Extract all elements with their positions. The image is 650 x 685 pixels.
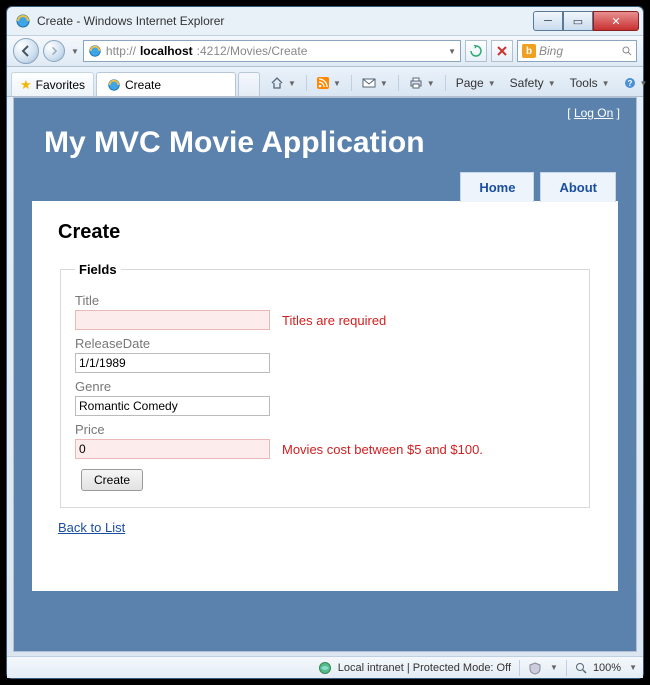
bing-icon: b [522,44,536,58]
protected-mode-icon[interactable] [528,661,542,675]
releasedate-input[interactable] [75,353,270,373]
status-bar: Local intranet | Protected Mode: Off ▼ 1… [7,656,643,678]
address-bar[interactable]: http:// localhost :4212/Movies/Create ▼ [83,40,461,62]
page-body: Create Fields Title Titles are required … [32,201,618,591]
app-title: My MVC Movie Application [14,98,636,172]
title-input[interactable] [75,310,270,330]
tab-favicon [107,78,121,92]
window-title: Create - Windows Internet Explorer [37,14,533,28]
logon-area: [ Log On ] [567,106,620,120]
favorites-button[interactable]: ★ Favorites [11,72,94,96]
stop-button[interactable] [491,40,513,62]
url-host: localhost [140,44,193,58]
favorites-label: Favorites [36,78,85,92]
search-box[interactable]: b Bing [517,40,637,62]
safety-menu[interactable]: Safety▼ [504,72,562,94]
tab-title: Create [125,78,161,92]
nav-home[interactable]: Home [460,172,534,202]
window-buttons: ─ ▭ ✕ [533,11,639,31]
new-tab-button[interactable] [238,72,260,96]
mail-button[interactable]: ▼ [356,72,394,94]
page-favicon [88,44,102,58]
back-button[interactable] [13,38,39,64]
tools-menu[interactable]: Tools▼ [564,72,616,94]
page-heading: Create [58,221,592,244]
create-button[interactable]: Create [81,469,143,491]
feeds-button[interactable]: ▼ [311,72,347,94]
search-placeholder: Bing [539,44,563,58]
protected-mode-dropdown[interactable]: ▼ [550,663,558,672]
home-button[interactable]: ▼ [264,72,302,94]
ie-icon [15,13,31,29]
url-path: :4212/Movies/Create [197,44,308,58]
zone-icon [318,661,332,675]
security-zone: Local intranet | Protected Mode: Off [338,662,511,674]
releasedate-label: ReleaseDate [75,336,575,351]
zoom-dropdown[interactable]: ▼ [629,663,637,672]
nav-about[interactable]: About [540,172,616,202]
tab-bar: ★ Favorites Create ▼ ▼ ▼ [7,67,643,97]
viewport: [ Log On ] My MVC Movie Application Home… [13,97,637,652]
refresh-button[interactable] [465,40,487,62]
svg-text:?: ? [627,79,632,88]
star-icon: ★ [20,77,32,93]
address-history-dropdown[interactable]: ▼ [448,47,456,56]
tab-create[interactable]: Create [96,72,236,96]
back-to-list-link[interactable]: Back to List [58,520,125,535]
price-error: Movies cost between $5 and $100. [282,442,483,457]
titlebar: Create - Windows Internet Explorer ─ ▭ ✕ [7,7,643,35]
search-go-icon[interactable] [622,46,632,56]
page-menu[interactable]: Page▼ [450,72,502,94]
close-button[interactable]: ✕ [593,11,639,31]
fields-fieldset: Fields Title Titles are required Release… [60,262,590,508]
zoom-level[interactable]: 100% [593,662,621,674]
print-button[interactable]: ▼ [403,72,441,94]
maximize-button[interactable]: ▭ [563,11,593,31]
nav-history-dropdown[interactable]: ▼ [71,47,79,56]
forward-button[interactable] [43,40,65,62]
help-button[interactable]: ? ▼ [618,72,650,94]
window-chrome: Create - Windows Internet Explorer ─ ▭ ✕… [6,6,644,679]
price-label: Price [75,422,575,437]
zoom-icon[interactable] [575,662,587,674]
genre-label: Genre [75,379,575,394]
app-nav: Home About [14,172,636,202]
url-scheme: http:// [106,44,136,58]
title-label: Title [75,293,575,308]
minimize-button[interactable]: ─ [533,11,563,31]
fieldset-legend: Fields [75,262,121,277]
price-input[interactable] [75,439,270,459]
logon-link[interactable]: Log On [574,106,613,120]
address-toolbar: ▼ http://localhost:4212/Movies/Create ▼ … [7,35,643,67]
title-error: Titles are required [282,313,386,328]
genre-input[interactable] [75,396,270,416]
command-bar: ▼ ▼ ▼ ▼ Page▼ Safety▼ [264,71,650,95]
